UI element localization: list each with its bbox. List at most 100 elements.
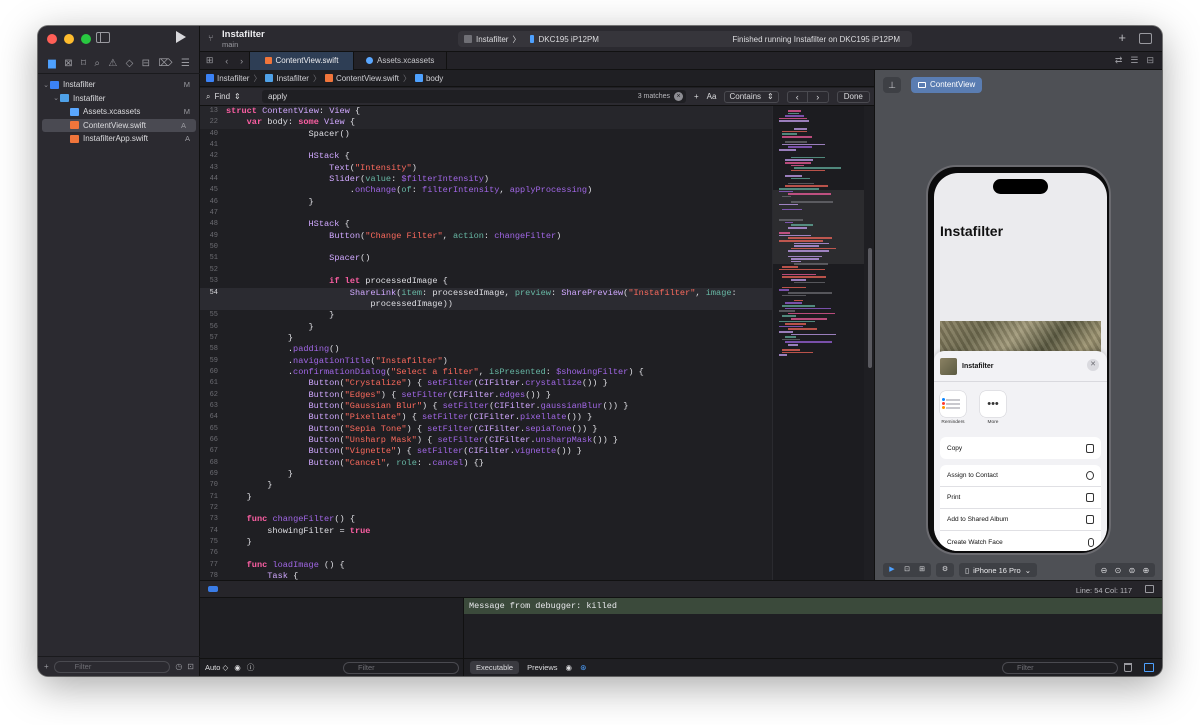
jump-item-folder[interactable]: Instafilter bbox=[265, 74, 309, 83]
back-icon[interactable]: ‹ bbox=[225, 56, 228, 66]
code-line[interactable]: 74 showingFilter = true bbox=[200, 526, 772, 537]
code-line[interactable]: processedImage)) bbox=[200, 298, 772, 311]
navigator-item[interactable]: ⌄ Instafilter bbox=[38, 92, 200, 106]
navigator-item[interactable]: ⌄ Instafilter M bbox=[38, 78, 200, 92]
test-navigator-icon[interactable]: ◇ bbox=[126, 58, 134, 69]
action-assign-contact[interactable]: Assign to Contact bbox=[940, 465, 1101, 487]
line-number[interactable]: 73 bbox=[200, 514, 226, 525]
code-line[interactable]: 48 HStack { bbox=[200, 219, 772, 230]
code-line[interactable]: 78 Task { bbox=[200, 571, 772, 580]
navigator-item[interactable]: ContentView.swift A bbox=[42, 118, 196, 132]
code-line[interactable]: 22 var body: some View { bbox=[200, 117, 772, 129]
code-line[interactable]: 45 .onChange(of: filterIntensity, applyP… bbox=[200, 185, 772, 196]
add-file-icon[interactable]: + bbox=[44, 662, 49, 671]
code-line[interactable]: 59 .navigationTitle("Instafilter") bbox=[200, 356, 772, 367]
eye-icon[interactable]: ◉ bbox=[566, 663, 573, 672]
code-line[interactable]: 62 Button("Edges") { setFilter(CIFilter.… bbox=[200, 390, 772, 401]
navigator-item[interactable]: InstafilterApp.swift A bbox=[38, 132, 200, 146]
code-line[interactable]: 76 bbox=[200, 548, 772, 559]
add-pattern-icon[interactable]: + bbox=[694, 92, 699, 101]
editor-options-icon[interactable]: ☰ bbox=[1130, 55, 1138, 66]
line-number[interactable]: 77 bbox=[200, 560, 226, 571]
line-number[interactable]: 61 bbox=[200, 378, 226, 389]
auto-selector[interactable]: Auto ◇ bbox=[205, 663, 228, 672]
code-line[interactable]: 43 Text("Intensity") bbox=[200, 163, 772, 174]
line-number[interactable]: 58 bbox=[200, 344, 226, 355]
find-input[interactable]: apply 3 matches × bbox=[262, 90, 686, 103]
previous-match-icon[interactable]: ‹ bbox=[788, 91, 808, 102]
code-line[interactable]: 13 struct ContentView: View { bbox=[200, 106, 772, 118]
debug-metadata-icon[interactable]: ⊛ bbox=[580, 663, 586, 672]
action-shared-album[interactable]: Add to Shared Album bbox=[940, 509, 1101, 531]
minimize-window-button[interactable] bbox=[64, 34, 74, 44]
line-number[interactable]: 50 bbox=[200, 242, 226, 253]
disclosure-chevron-icon[interactable]: ⌄ bbox=[42, 81, 50, 89]
preview-selector[interactable]: ContentView bbox=[911, 77, 983, 93]
code-line[interactable]: 64 Button("Pixellate") { setFilter(CIFil… bbox=[200, 412, 772, 423]
tab-assets[interactable]: Assets.xcassets bbox=[354, 51, 448, 70]
live-mode-icon[interactable]: ▶ bbox=[886, 565, 898, 575]
line-number[interactable]: 76 bbox=[200, 548, 226, 559]
code-line[interactable]: 66 Button("Unsharp Mask") { setFilter(CI… bbox=[200, 435, 772, 446]
issue-navigator-icon[interactable]: ⚠ bbox=[108, 58, 117, 69]
line-number[interactable]: 22 bbox=[200, 117, 226, 128]
code-line[interactable]: 53 if let processedImage { bbox=[200, 276, 772, 287]
pin-icon[interactable]: ⊥ bbox=[883, 77, 901, 93]
code-line[interactable]: 60 .confirmationDialog("Select a filter"… bbox=[200, 367, 772, 378]
action-watch-face[interactable]: Create Watch Face bbox=[940, 531, 1101, 551]
code-line[interactable]: 68 Button("Cancel", role: .cancel) {} bbox=[200, 458, 772, 469]
code-line[interactable]: 42 HStack { bbox=[200, 151, 772, 162]
line-number[interactable]: 74 bbox=[200, 526, 226, 537]
line-number[interactable]: 57 bbox=[200, 333, 226, 344]
line-number[interactable]: 67 bbox=[200, 446, 226, 457]
line-number[interactable]: 47 bbox=[200, 208, 226, 219]
line-number[interactable]: 65 bbox=[200, 424, 226, 435]
action-print[interactable]: Print bbox=[940, 487, 1101, 509]
navigator-filter-field[interactable]: Filter bbox=[53, 660, 171, 673]
line-number[interactable]: 48 bbox=[200, 219, 226, 230]
code-line[interactable]: 57 } bbox=[200, 333, 772, 344]
console-filter-field[interactable]: Filter bbox=[1002, 662, 1118, 674]
line-number[interactable]: 66 bbox=[200, 435, 226, 446]
code-line[interactable]: 70 } bbox=[200, 480, 772, 491]
line-number[interactable] bbox=[200, 299, 226, 310]
line-number[interactable]: 69 bbox=[200, 469, 226, 480]
line-number[interactable]: 59 bbox=[200, 356, 226, 367]
zoom-100-icon[interactable]: ⊙ bbox=[1112, 566, 1124, 575]
split-console-icon[interactable] bbox=[1144, 663, 1154, 672]
run-button[interactable] bbox=[176, 31, 186, 43]
line-number[interactable]: 51 bbox=[200, 253, 226, 264]
disclosure-chevron-icon[interactable]: ⌄ bbox=[52, 94, 60, 102]
jump-item-project[interactable]: Instafilter bbox=[206, 74, 249, 83]
code-line[interactable]: 51 Spacer() bbox=[200, 253, 772, 264]
share-app-more[interactable]: ••• More bbox=[980, 391, 1006, 425]
line-number[interactable]: 62 bbox=[200, 390, 226, 401]
close-window-button[interactable] bbox=[47, 34, 57, 44]
iphone-screen[interactable]: Instafilter Instafilter ✕ Reminders ••• … bbox=[934, 173, 1107, 551]
match-type-selector[interactable]: Contains ⇕ bbox=[724, 90, 779, 103]
code-line[interactable]: 41 bbox=[200, 140, 772, 151]
code-line[interactable]: 54 ShareLink(item: processedImage, previ… bbox=[200, 287, 772, 299]
code-line[interactable]: 50 bbox=[200, 242, 772, 253]
swap-icon[interactable]: ⇄ bbox=[1115, 55, 1123, 66]
zoom-fit-icon[interactable]: ⊜ bbox=[1126, 566, 1138, 575]
forward-icon[interactable]: › bbox=[240, 56, 243, 66]
add-library-icon[interactable]: + bbox=[1118, 30, 1126, 45]
code-line[interactable]: 47 bbox=[200, 208, 772, 219]
line-number[interactable]: 78 bbox=[200, 571, 226, 580]
variants-icon[interactable]: ⊞ bbox=[916, 565, 928, 575]
editor-scrollbar[interactable] bbox=[868, 248, 872, 368]
device-settings-icon[interactable]: ⚙ bbox=[939, 565, 951, 575]
jump-item-symbol[interactable]: body bbox=[414, 74, 443, 83]
find-navigator-icon[interactable]: ⌕ bbox=[94, 58, 100, 69]
debug-navigator-icon[interactable]: ⊟ bbox=[142, 58, 150, 69]
scheme-selector[interactable]: Instafilter 〉 DKC195 iP12PM bbox=[464, 34, 599, 45]
line-number[interactable]: 45 bbox=[200, 185, 226, 196]
breakpoints-toggle-icon[interactable] bbox=[208, 586, 218, 592]
line-number[interactable]: 71 bbox=[200, 492, 226, 503]
line-number[interactable]: 55 bbox=[200, 310, 226, 321]
line-number[interactable]: 63 bbox=[200, 401, 226, 412]
action-copy[interactable]: Copy bbox=[940, 437, 1101, 459]
line-number[interactable]: 72 bbox=[200, 503, 226, 514]
minimap[interactable] bbox=[772, 106, 864, 580]
